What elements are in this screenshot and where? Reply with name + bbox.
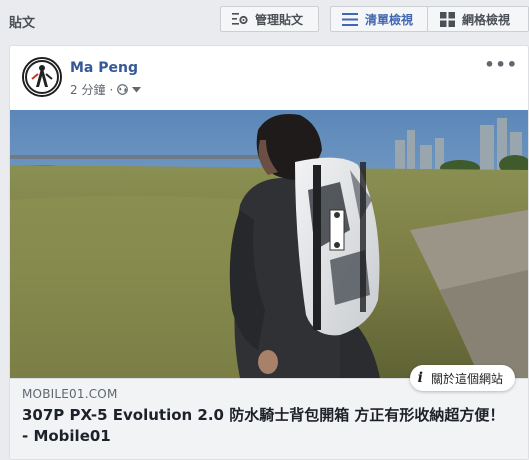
about-site-label: 關於這個網站 (430, 371, 503, 386)
posts-header: 貼文 管理貼文 清單檢視 網格檢視 (0, 0, 529, 40)
list-icon (341, 11, 359, 27)
author-name[interactable]: Ma Peng (70, 60, 138, 76)
post-time[interactable]: 2 分鐘 (70, 81, 105, 98)
link-domain: MOBILE01.COM (22, 387, 118, 401)
link-title[interactable]: 307P PX-5 Evolution 2.0 防水騎士背包開箱 方正有形收納超… (22, 405, 512, 447)
post-photo[interactable] (10, 110, 528, 378)
section-title: 貼文 (9, 16, 36, 31)
manage-posts-button[interactable]: 管理貼文 (220, 6, 319, 32)
manage-posts-label: 管理貼文 (255, 12, 304, 27)
grid-view-label: 網格檢視 (462, 12, 511, 27)
more-icon[interactable]: ••• (484, 57, 518, 73)
gear-list-icon (231, 11, 249, 27)
list-view-button[interactable]: 清單檢視 (330, 6, 428, 32)
about-site-button[interactable]: i 關於這個網站 (409, 365, 515, 391)
link-preview[interactable]: i 關於這個網站 MOBILE01.COM 307P PX-5 Evolutio… (10, 365, 528, 459)
avatar[interactable] (22, 57, 62, 97)
post-card: Ma Peng 2 分鐘 · ••• i 關於這個網站 MOBILE01.COM… (9, 45, 529, 460)
list-view-label: 清單檢視 (365, 12, 414, 27)
post-meta: 2 分鐘 · (70, 81, 142, 98)
globe-icon[interactable] (117, 84, 129, 95)
grid-icon (438, 11, 456, 27)
chevron-down-icon[interactable] (132, 86, 142, 93)
meta-separator: · (109, 82, 114, 97)
info-icon: i (417, 370, 423, 386)
grid-view-button[interactable]: 網格檢視 (427, 6, 529, 32)
